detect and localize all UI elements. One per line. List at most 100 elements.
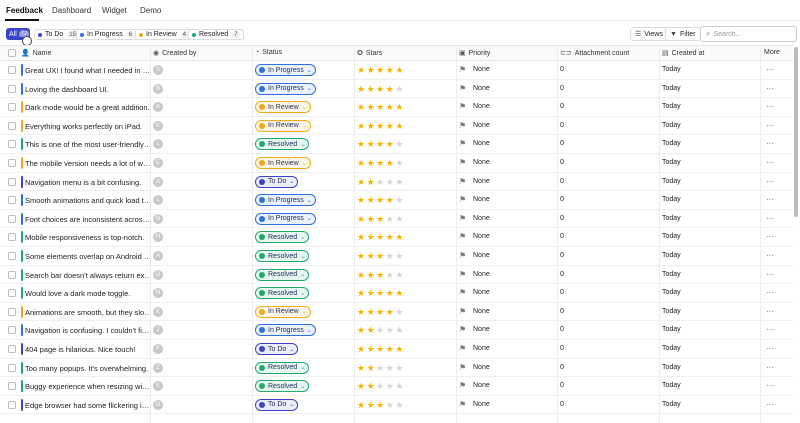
feedback-name[interactable]: Would love a dark mode toggle. <box>25 289 152 298</box>
star-rating[interactable]: ★★★★★ <box>357 195 405 205</box>
tab-feedback[interactable]: Feedback <box>6 6 43 15</box>
table-row[interactable]: Edge browser had some flickering issues.… <box>0 396 793 415</box>
feedback-name[interactable]: Mobile responsiveness is top-notch. <box>25 233 152 242</box>
row-checkbox[interactable] <box>8 233 16 242</box>
star-icon[interactable]: ★ <box>357 363 367 373</box>
status-dropdown[interactable]: Resolved ⌄ <box>255 361 310 374</box>
priority-value[interactable]: None <box>473 326 490 333</box>
feedback-name[interactable]: Search bar doesn't always return expecte… <box>25 271 152 280</box>
star-icon[interactable]: ★ <box>376 270 386 280</box>
table-row[interactable]: Everything works perfectly on iPad. K In R… <box>0 117 793 136</box>
column-header-created-by[interactable]: ◉ Created by <box>153 49 196 58</box>
star-rating[interactable]: ★★★★★ <box>357 325 405 335</box>
status-dropdown[interactable]: In Progress ⌄ <box>255 194 316 207</box>
star-icon[interactable]: ★ <box>395 288 405 298</box>
star-icon[interactable]: ★ <box>395 344 405 354</box>
star-rating[interactable]: ★★★★★ <box>357 307 405 317</box>
star-rating[interactable]: ★★★★★ <box>357 400 405 410</box>
table-row[interactable]: Search bar doesn't always return expecte… <box>0 266 793 285</box>
more-options-icon[interactable]: ··· <box>766 158 774 167</box>
star-icon[interactable]: ★ <box>386 195 396 205</box>
more-options-icon[interactable]: ··· <box>766 251 774 260</box>
table-row[interactable]: Dark mode would be a great addition. A In … <box>0 98 793 117</box>
priority-value[interactable]: None <box>473 252 490 259</box>
priority-value[interactable]: None <box>473 382 490 389</box>
star-icon[interactable]: ★ <box>376 65 386 75</box>
priority-value[interactable]: None <box>473 66 490 73</box>
column-header-priority[interactable]: ▣ Priority <box>459 49 490 58</box>
feedback-name[interactable]: Edge browser had some flickering issues. <box>25 401 152 410</box>
more-options-icon[interactable]: ··· <box>766 121 774 130</box>
feedback-name[interactable]: Animations are smooth, but they slow thi… <box>25 308 152 317</box>
table-row[interactable]: Font choices are inconsistent across pag… <box>0 210 793 229</box>
star-icon[interactable]: ★ <box>395 195 405 205</box>
star-icon[interactable]: ★ <box>367 177 377 187</box>
star-icon[interactable]: ★ <box>376 251 386 261</box>
star-rating[interactable]: ★★★★★ <box>357 288 405 298</box>
status-dropdown[interactable]: To Do ⌄ <box>255 175 299 188</box>
table-row[interactable]: Loving the dashboard UI. B In Progress ⌄ ★★★… <box>0 80 793 99</box>
star-icon[interactable]: ★ <box>376 288 386 298</box>
priority-value[interactable]: None <box>473 140 490 147</box>
priority-value[interactable]: None <box>473 308 490 315</box>
status-dropdown[interactable]: Resolved ⌄ <box>255 380 310 393</box>
star-icon[interactable]: ★ <box>357 158 367 168</box>
status-dropdown[interactable]: In Review ⌄ <box>255 101 311 114</box>
star-icon[interactable]: ★ <box>386 214 396 224</box>
star-icon[interactable]: ★ <box>386 251 396 261</box>
star-rating[interactable]: ★★★★★ <box>357 65 405 75</box>
star-icon[interactable]: ★ <box>357 251 367 261</box>
table-row[interactable]: Navigation is confusing. I couldn't find… <box>0 321 793 340</box>
star-rating[interactable]: ★★★★★ <box>357 121 405 131</box>
star-icon[interactable]: ★ <box>386 381 396 391</box>
star-icon[interactable]: ★ <box>357 232 367 242</box>
star-icon[interactable]: ★ <box>395 325 405 335</box>
priority-value[interactable]: None <box>473 122 490 129</box>
star-icon[interactable]: ★ <box>376 363 386 373</box>
star-icon[interactable]: ★ <box>376 158 386 168</box>
star-icon[interactable]: ★ <box>395 400 405 410</box>
star-icon[interactable]: ★ <box>367 195 377 205</box>
star-icon[interactable]: ★ <box>367 288 377 298</box>
table-row[interactable]: The mobile version needs a lot of work. E… <box>0 154 793 173</box>
more-options-icon[interactable]: ··· <box>766 65 774 74</box>
row-checkbox[interactable] <box>8 382 16 391</box>
search-box[interactable]: ⌕ <box>700 26 797 42</box>
row-checkbox[interactable] <box>8 289 16 298</box>
table-row[interactable]: Would love a dark mode toggle. N Resolved ⌄… <box>0 284 793 303</box>
star-icon[interactable]: ★ <box>395 177 405 187</box>
status-dropdown[interactable]: In Review ⌄ <box>255 305 311 318</box>
star-icon[interactable]: ★ <box>357 288 367 298</box>
star-icon[interactable]: ★ <box>395 158 405 168</box>
star-icon[interactable]: ★ <box>357 84 367 94</box>
row-checkbox[interactable] <box>8 121 16 130</box>
row-checkbox[interactable] <box>8 140 16 149</box>
star-icon[interactable]: ★ <box>367 214 377 224</box>
star-icon[interactable]: ★ <box>386 288 396 298</box>
row-checkbox[interactable] <box>8 84 16 93</box>
star-icon[interactable]: ★ <box>367 400 377 410</box>
star-icon[interactable]: ★ <box>395 251 405 261</box>
star-rating[interactable]: ★★★★★ <box>357 158 405 168</box>
star-icon[interactable]: ★ <box>367 158 377 168</box>
row-checkbox[interactable] <box>8 270 16 279</box>
status-dropdown[interactable]: In Progress ⌄ <box>255 64 316 76</box>
more-options-icon[interactable]: ··· <box>766 102 774 111</box>
priority-value[interactable]: None <box>473 103 490 110</box>
feedback-name[interactable]: Navigation menu is a bit confusing. <box>25 178 152 187</box>
feedback-name[interactable]: Navigation is confusing. I couldn't find… <box>25 326 152 335</box>
more-options-icon[interactable]: ··· <box>766 177 774 186</box>
vertical-scrollbar[interactable] <box>794 47 798 217</box>
star-icon[interactable]: ★ <box>376 214 386 224</box>
status-dropdown[interactable]: In Progress ⌄ <box>255 82 316 95</box>
star-icon[interactable]: ★ <box>367 325 377 335</box>
star-icon[interactable]: ★ <box>395 84 405 94</box>
priority-value[interactable]: None <box>473 364 490 371</box>
star-icon[interactable]: ★ <box>367 251 377 261</box>
table-row[interactable]: Mobile responsiveness is top-notch. H Reso… <box>0 228 793 247</box>
feedback-name[interactable]: 404 page is hilarious. Nice touch! <box>25 345 152 354</box>
star-rating[interactable]: ★★★★★ <box>357 363 405 373</box>
star-icon[interactable]: ★ <box>357 121 367 131</box>
row-checkbox[interactable] <box>8 177 16 186</box>
row-checkbox[interactable] <box>8 159 16 167</box>
